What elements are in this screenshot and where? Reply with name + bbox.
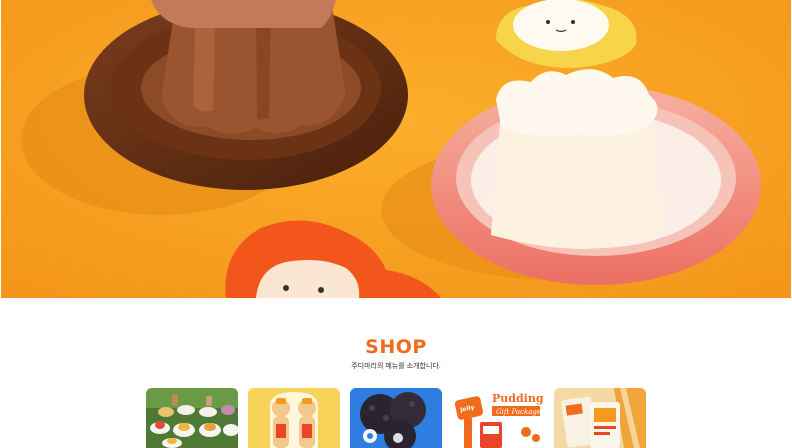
product-card-1[interactable]: [146, 388, 238, 448]
product-list: Jolly Pudding Gift Package: [146, 388, 647, 448]
pudding-gift-package-image: Jolly Pudding Gift Package: [452, 388, 544, 448]
product-card-2[interactable]: [248, 388, 340, 448]
product-card-3[interactable]: [350, 388, 442, 448]
svg-text:Gift Package: Gift Package: [496, 408, 541, 416]
shop-title: SHOP: [365, 336, 427, 358]
svg-text:Pudding: Pudding: [492, 392, 544, 405]
hero-banner: [1, 0, 791, 298]
pudding-mix-bags-image: [554, 388, 646, 448]
shop-subtitle: 주디마리의 메뉴를 소개합니다.: [351, 363, 441, 370]
product-card-5[interactable]: [554, 388, 646, 448]
product-card-4[interactable]: Jolly Pudding Gift Package: [452, 388, 544, 448]
pudding-platter-image: [146, 388, 238, 448]
honey-bear-bottles-image: [248, 388, 340, 448]
chocolate-cookies-image: [350, 388, 442, 448]
ceramic-pudding-dishes-image: [1, 0, 791, 298]
